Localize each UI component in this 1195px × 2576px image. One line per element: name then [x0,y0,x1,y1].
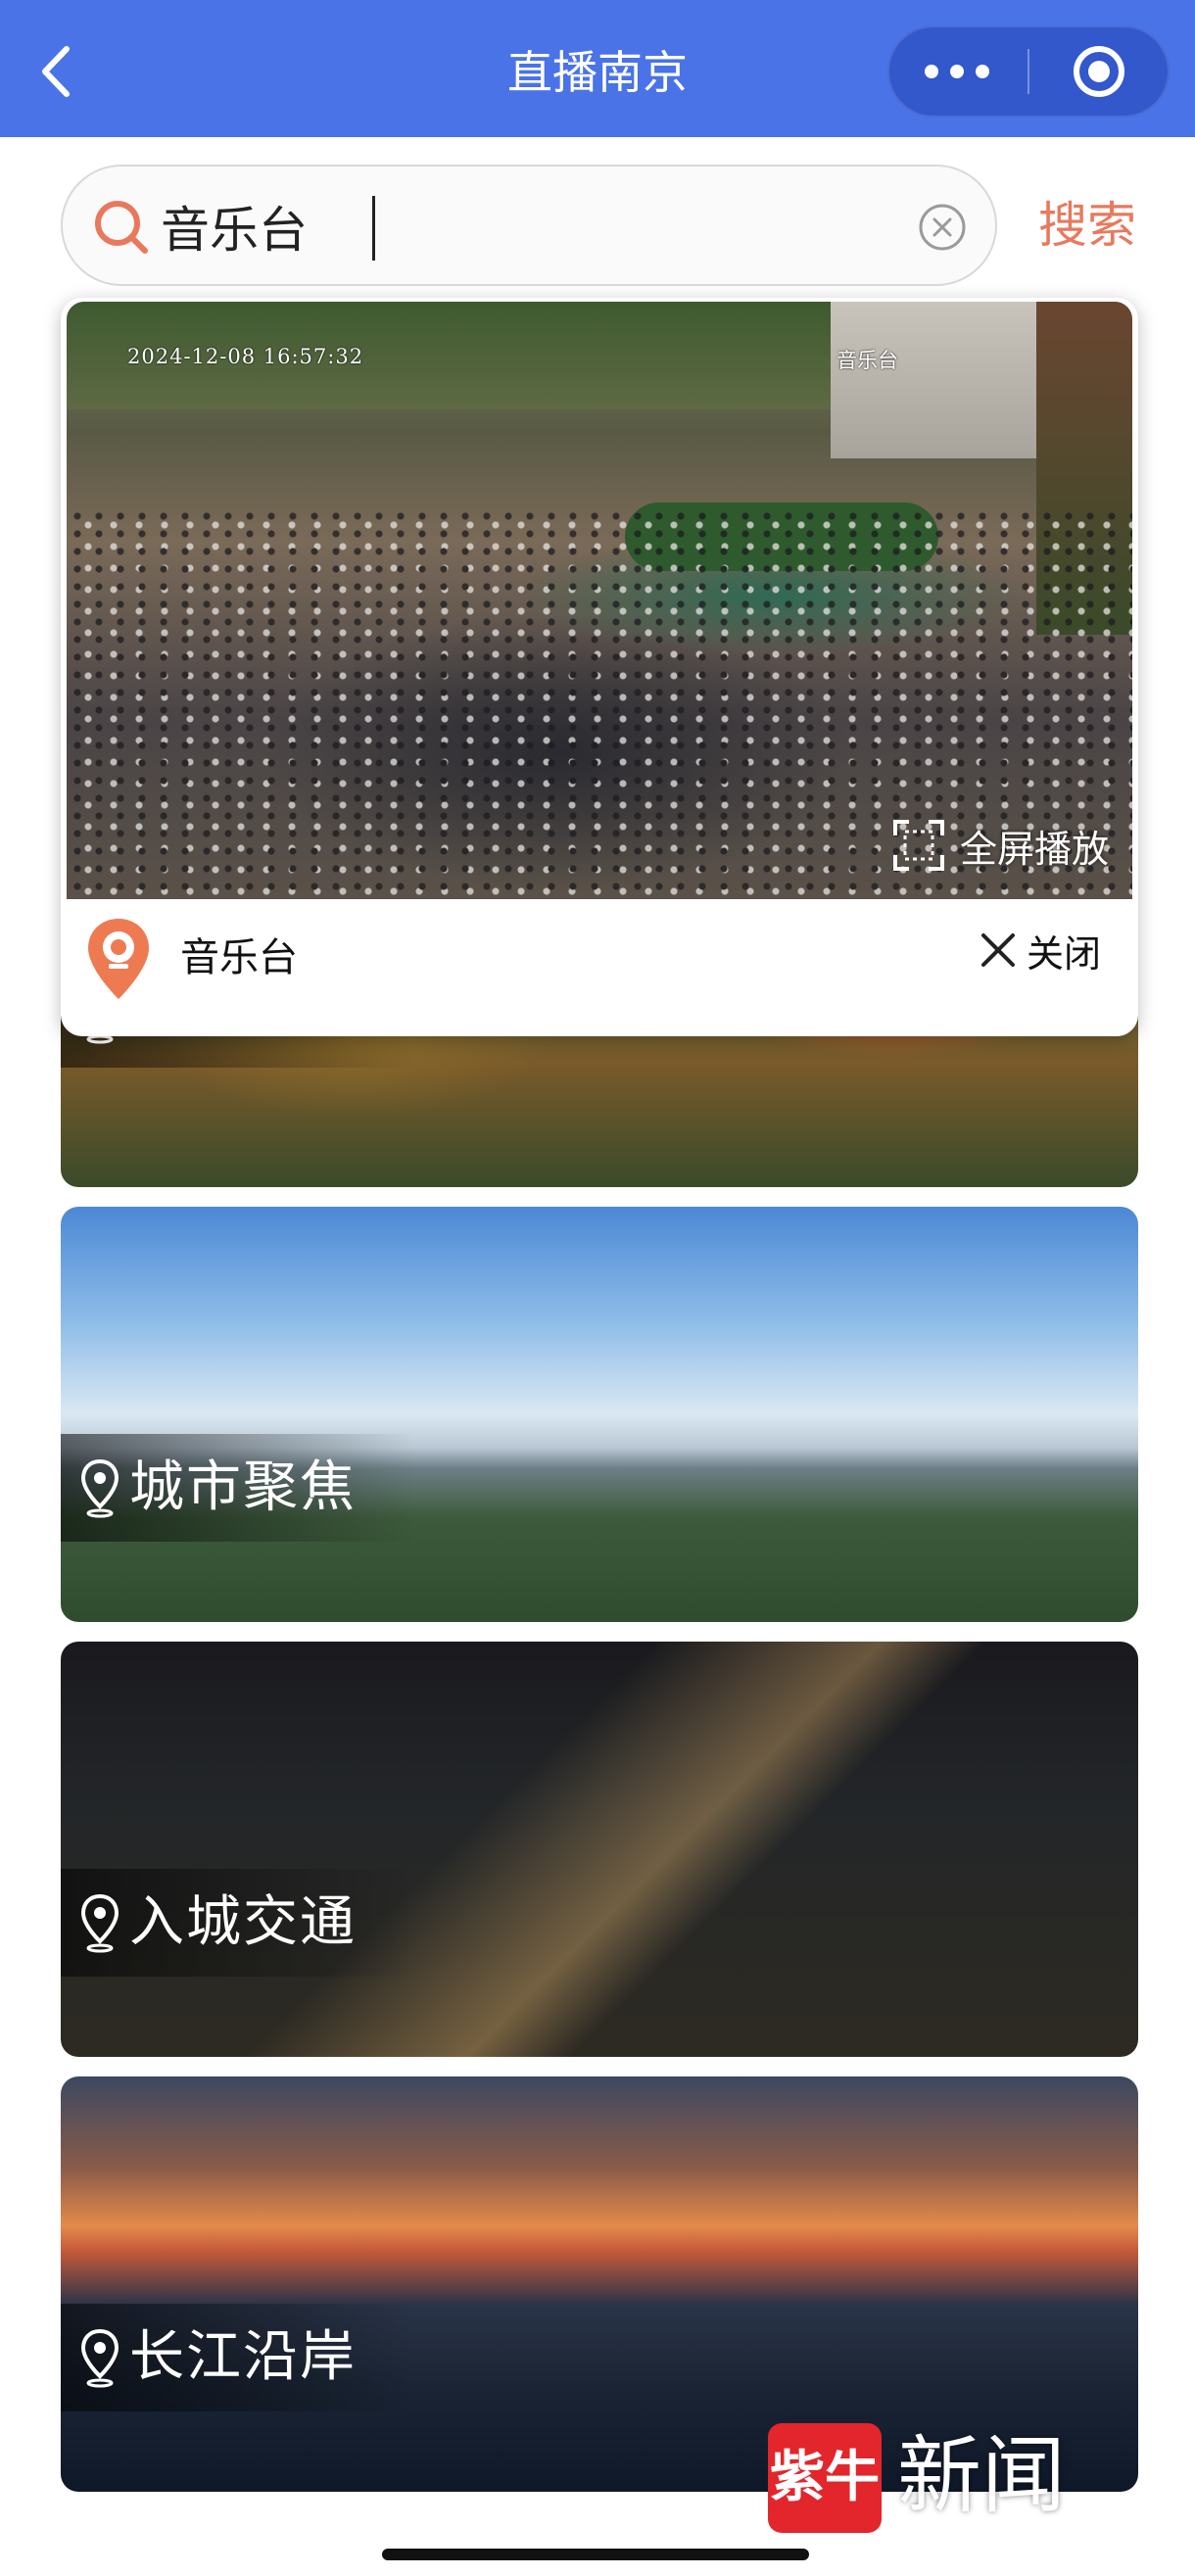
close-icon [981,933,1015,967]
fullscreen-button[interactable]: 全屏播放 [891,811,1109,880]
camera-location-icon [88,919,149,999]
more-dots-icon[interactable] [887,25,1028,118]
live-video[interactable]: 2024-12-08 16:57:32 音乐台 全屏播放 [67,302,1132,899]
search-button[interactable]: 搜索 [1028,190,1146,261]
text-caret [372,196,375,261]
fullscreen-label: 全屏播放 [960,827,1110,871]
category-card-city[interactable]: 城市聚焦 [61,1207,1138,1622]
search-icon [95,201,148,254]
watermark-text: 新闻 [897,2427,1066,2525]
close-label: 关闭 [1027,931,1102,976]
watermark-logo: 紫牛 [768,2423,882,2533]
search-bar [61,165,997,286]
location-pin-icon [80,1458,120,1518]
category-title: 入城交通 [129,1890,357,1954]
clear-icon[interactable] [917,202,968,253]
video-scene-monument [831,302,1036,458]
category-label: 长江沿岸 [61,2304,415,2411]
home-indicator [382,2549,809,2560]
location-pin-icon [80,2328,120,2388]
mini-program-capsule [887,25,1170,118]
video-timestamp: 2024-12-08 16:57:32 [127,345,364,368]
close-button[interactable]: 关闭 [980,921,1101,979]
category-title: 城市聚焦 [129,1455,357,1519]
nav-bar: 直播南京 [0,0,1195,137]
video-camera-name: 音乐台 [836,349,898,372]
category-label: 入城交通 [61,1869,415,1977]
category-label: 城市聚焦 [61,1434,415,1542]
search-input[interactable] [161,188,944,264]
category-card-traffic[interactable]: 入城交通 [61,1642,1138,2057]
fullscreen-icon [893,820,944,871]
target-close-icon[interactable] [1029,25,1170,118]
location-name: 音乐台 [180,935,298,980]
location-pin-icon [80,1893,120,1953]
live-stream-popup: 2024-12-08 16:57:32 音乐台 全屏播放 音乐台 关闭 [61,298,1138,1036]
category-title: 长江沿岸 [129,2325,357,2389]
